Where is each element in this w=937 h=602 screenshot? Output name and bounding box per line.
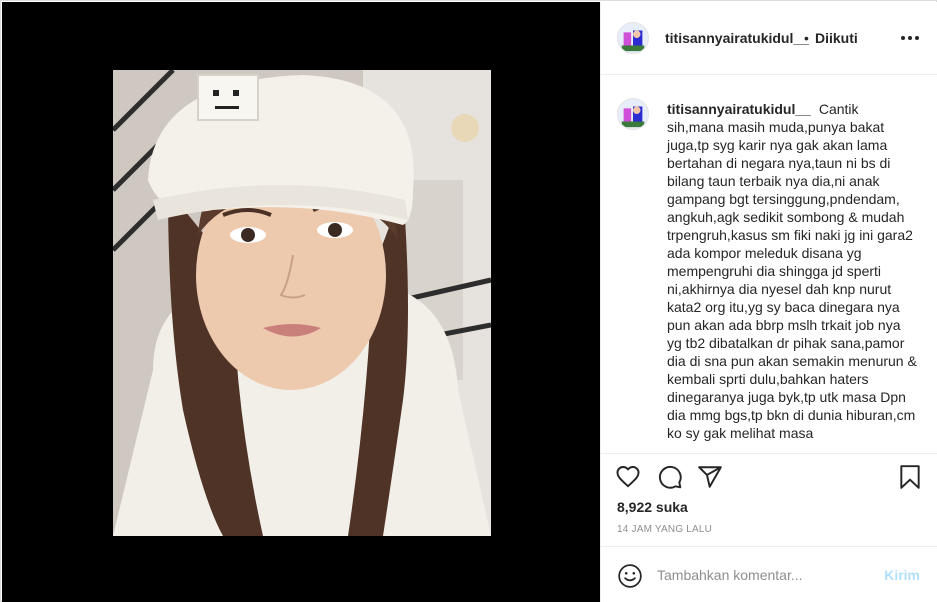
comment-composer: Kirim [601,546,937,602]
bookmark-icon [900,465,920,489]
follow-status-button[interactable]: Diikuti [815,30,858,46]
post-header: titisannyairatukidul__ • Diikuti [601,2,937,75]
save-button[interactable] [897,464,923,490]
like-button[interactable] [615,464,641,490]
avatar-image [618,99,648,129]
heart-icon [616,466,640,488]
post-comment-button[interactable]: Kirim [884,567,920,583]
comment-input[interactable] [657,562,877,588]
post-timestamp[interactable]: 14 JAM YANG LALU [617,524,712,535]
post-sidebar: titisannyairatukidul__ • Diikuti titisan… [600,2,937,602]
comment-icon [658,465,682,489]
more-options-icon[interactable] [900,32,920,44]
separator-dot: • [804,30,809,46]
selfie-illustration [113,70,491,536]
share-icon [698,466,722,488]
post-dialog: titisannyairatukidul__ • Diikuti titisan… [0,0,937,602]
comments-area[interactable]: titisannyairatukidul__ Cantik sih,mana m… [601,76,937,453]
author-avatar[interactable] [617,22,649,54]
post-image[interactable] [113,70,491,536]
caption-author-avatar[interactable] [617,98,649,130]
like-count[interactable]: 8,922 suka [617,499,688,515]
avatar-image [618,23,648,53]
share-button[interactable] [697,464,723,490]
caption-text: Cantik sih,mana masih muda,punya bakat j… [667,101,917,441]
caption-username[interactable]: titisannyairatukidul__ [667,101,811,117]
comment-button[interactable] [657,464,683,490]
emoji-icon[interactable] [617,563,643,589]
author-username[interactable]: titisannyairatukidul__ [665,30,809,46]
action-bar: 8,922 suka 14 JAM YANG LALU [601,453,937,553]
caption-comment: titisannyairatukidul__ Cantik sih,mana m… [667,100,919,442]
media-pane [2,2,600,602]
